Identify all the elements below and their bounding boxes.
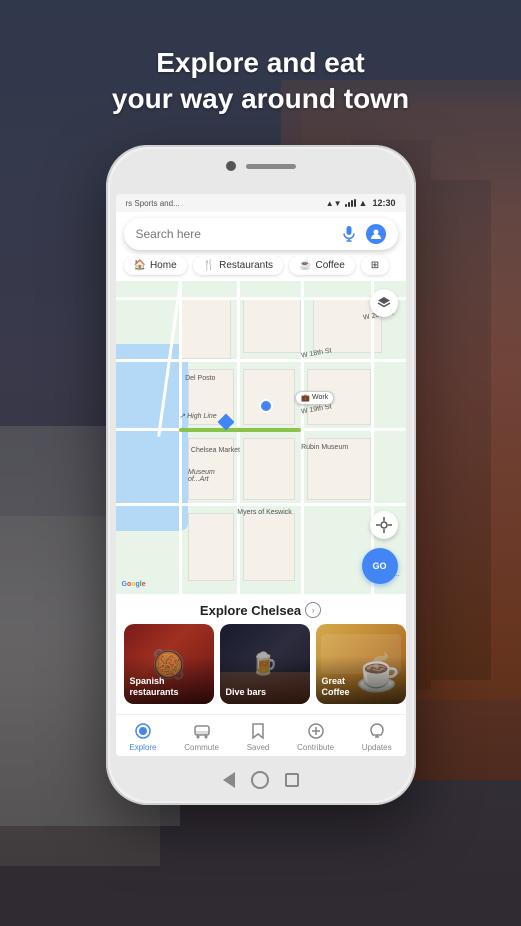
map-block-2 — [243, 297, 301, 353]
map-green-highline — [179, 428, 301, 432]
nav-item-contribute[interactable]: Contribute — [297, 721, 334, 752]
updates-nav-label: Updates — [362, 743, 392, 752]
updates-nav-icon — [367, 721, 387, 741]
card-great-coffee[interactable]: ☕ Great Coffee — [316, 624, 406, 704]
explore-cards: 🥘 Spanish restaurants 🍺 — [116, 624, 406, 710]
header-section: Explore and eat your way around town — [0, 45, 521, 118]
map-label-myers: Myers of Keswick — [237, 509, 291, 516]
map-road-v3 — [301, 281, 304, 594]
back-button[interactable] — [223, 772, 235, 788]
map-block-11 — [243, 513, 295, 582]
card-spanish-restaurants[interactable]: 🥘 Spanish restaurants — [124, 624, 214, 704]
explore-nav-label: Explore — [129, 743, 156, 752]
card-dive-bars[interactable]: 🍺 Dive bars — [220, 624, 310, 704]
signal-bars — [345, 199, 356, 207]
phone-inner: rs Sports and... ▲▼ ▲ 12:30 — [110, 149, 412, 801]
chip-coffee-label: Coffee — [315, 260, 344, 271]
more-icon: ⊞ — [371, 260, 379, 271]
map-layers-button[interactable] — [370, 289, 398, 317]
microphone-icon[interactable] — [340, 225, 358, 243]
status-bar: rs Sports and... ▲▼ ▲ 12:30 — [116, 194, 406, 212]
status-time: 12:30 — [372, 198, 395, 208]
phone-top-bar — [110, 161, 412, 171]
phone-bottom-bar — [110, 771, 412, 789]
commute-nav-label: Commute — [184, 743, 219, 752]
map-road-h4 — [116, 297, 406, 300]
map-block-10 — [188, 513, 234, 582]
search-bar[interactable]: Search here — [124, 218, 398, 250]
card-bars-label: Dive bars — [226, 687, 267, 698]
map-label-museum: Museumof...Art — [188, 469, 215, 483]
map-block-5 — [243, 369, 295, 425]
explore-title: Explore Chelsea — [200, 603, 301, 618]
map-label-highline: ↗ High Line — [179, 412, 216, 420]
category-chips: 🏠 Home 🍴 Restaurants ☕ Coffee ⊞ — [116, 256, 406, 281]
saved-nav-label: Saved — [247, 743, 270, 752]
saved-nav-icon — [248, 721, 268, 741]
map-pin-user — [259, 399, 273, 413]
explore-arrow-button[interactable]: › — [305, 602, 321, 618]
map-block-8 — [243, 438, 295, 501]
map-block-1 — [179, 297, 231, 360]
card-coffee-label: Great Coffee — [322, 676, 350, 698]
map-location-button[interactable] — [370, 511, 398, 539]
signal-icon: ▲▼ — [326, 199, 342, 208]
restaurants-icon: 🍴 — [203, 260, 215, 271]
contribute-nav-label: Contribute — [297, 743, 334, 752]
explore-section: Explore Chelsea › 🥘 Spanish — [116, 594, 406, 714]
map-label-rubin: Rubin Museum — [301, 444, 348, 451]
map-go-button[interactable]: GO — [362, 548, 398, 584]
commute-nav-icon — [192, 721, 212, 741]
nav-item-commute[interactable]: Commute — [184, 721, 219, 752]
map-road-v2 — [237, 281, 240, 594]
map-pin-work: 💼 Work — [295, 391, 334, 405]
phone-frame: rs Sports and... ▲▼ ▲ 12:30 — [106, 145, 416, 805]
chip-home-label: Home — [150, 260, 177, 271]
home-icon: 🏠 — [134, 260, 146, 271]
search-text: Search here — [136, 227, 332, 241]
work-pin-icon: 💼 — [301, 394, 310, 402]
chip-restaurants[interactable]: 🍴 Restaurants — [193, 256, 283, 275]
contribute-nav-icon — [306, 721, 326, 741]
home-button[interactable] — [251, 771, 269, 789]
google-logo: Google — [122, 581, 146, 588]
chip-restaurants-label: Restaurants — [219, 260, 273, 271]
user-avatar-icon[interactable] — [366, 224, 386, 244]
coffee-chip-icon: ☕ — [299, 260, 311, 271]
explore-nav-icon — [133, 721, 153, 741]
status-icons: ▲▼ ▲ 12:30 — [326, 198, 396, 208]
wifi-icon: ▲ — [359, 198, 368, 208]
map-road-h1 — [116, 359, 406, 362]
camera-dot — [226, 161, 236, 171]
go-button-label: GO — [372, 561, 386, 571]
card-spanish-label: Spanish restaurants — [130, 676, 179, 698]
chip-home[interactable]: 🏠 Home — [124, 256, 187, 275]
map-road-h3 — [116, 503, 406, 506]
work-pin-label: Work — [312, 394, 328, 401]
map-area[interactable]: Chelsea Market Del Posto Rubin Museum My… — [116, 281, 406, 594]
bottom-nav: Explore Commute — [116, 714, 406, 756]
chip-coffee[interactable]: ☕ Coffee — [289, 256, 355, 275]
chip-more[interactable]: ⊞ — [361, 256, 389, 275]
map-road-v1 — [179, 281, 182, 594]
nav-item-saved[interactable]: Saved — [247, 721, 270, 752]
phone-screen: rs Sports and... ▲▼ ▲ 12:30 — [116, 194, 406, 756]
recents-button[interactable] — [285, 773, 299, 787]
nav-item-explore[interactable]: Explore — [129, 721, 156, 752]
map-label-delposto: Del Posto — [185, 375, 215, 382]
speaker-bar — [246, 164, 296, 169]
explore-header: Explore Chelsea › — [116, 594, 406, 624]
status-bar-left: rs Sports and... — [126, 199, 180, 208]
map-road-v4 — [371, 281, 374, 594]
map-label-chelsea: Chelsea Market — [191, 447, 240, 454]
nav-item-updates[interactable]: Updates — [362, 721, 392, 752]
header-title: Explore and eat your way around town — [0, 45, 521, 118]
